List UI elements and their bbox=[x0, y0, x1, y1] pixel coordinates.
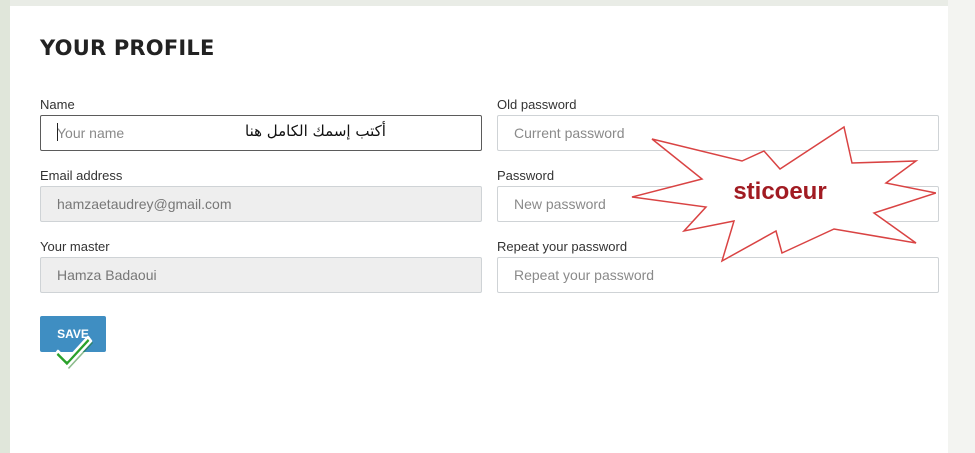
name-hint-annotation: أكتب إسمك الكامل هنا bbox=[245, 122, 386, 140]
page-title: YOUR PROFILE bbox=[40, 36, 215, 60]
password-label: Password bbox=[497, 168, 555, 183]
old-password-label: Old password bbox=[497, 97, 577, 112]
repeat-password-label: Repeat your password bbox=[497, 239, 628, 254]
burst-label: sticoeur bbox=[733, 178, 827, 205]
master-label: Your master bbox=[40, 239, 110, 254]
name-label: Name bbox=[40, 97, 75, 112]
master-field bbox=[40, 257, 482, 293]
right-scroll-area bbox=[948, 0, 975, 453]
email-field bbox=[40, 186, 482, 222]
text-caret bbox=[57, 123, 58, 141]
checkmark-icon bbox=[54, 335, 93, 369]
left-strip bbox=[0, 0, 10, 453]
email-label: Email address bbox=[40, 168, 123, 183]
profile-card: YOUR PROFILE Name أكتب إسمك الكامل هنا E… bbox=[10, 6, 948, 453]
